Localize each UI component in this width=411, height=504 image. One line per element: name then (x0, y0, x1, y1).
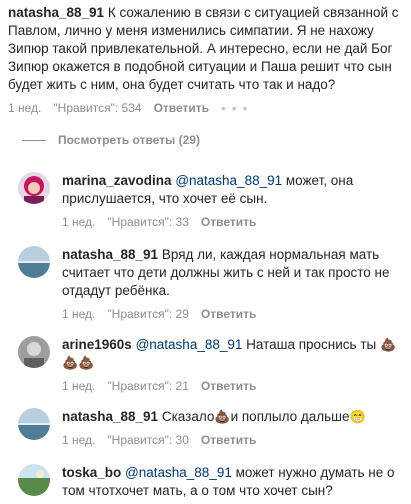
view-replies-label: Посмотреть ответы (29) (58, 133, 200, 147)
likes-count[interactable]: "Нравится": 21 (107, 379, 189, 393)
poop-emoji-icon: 💩 (380, 337, 397, 353)
avatar[interactable] (18, 172, 50, 204)
reply-time: 1 нед. (62, 379, 96, 393)
top-comment: natasha_88_91 К сожалению в связи с ситу… (8, 4, 406, 116)
poop-emoji-icon: 💩 (78, 355, 95, 371)
reply-text: arine1960s @natasha_88_91 Наташа проснис… (62, 336, 404, 372)
mention-link[interactable]: @natasha_88_91 (125, 465, 232, 480)
likes-count[interactable]: "Нравится": 534 (53, 101, 141, 115)
reply-meta: 1 нед. "Нравится": 30 Ответить (62, 432, 404, 448)
reply-text: natasha_88_91 Вряд ли, каждая нормальная… (62, 246, 404, 300)
username-link[interactable]: natasha_88_91 (62, 247, 158, 262)
avatar[interactable] (18, 336, 50, 368)
mention-link[interactable]: @natasha_88_91 (136, 337, 243, 352)
likes-count[interactable]: "Нравится": 29 (107, 307, 189, 321)
username-link[interactable]: natasha_88_91 (8, 5, 104, 20)
reply-time: 1 нед. (62, 307, 96, 321)
reply-body-before: Сказало (161, 409, 215, 424)
username-link[interactable]: toska_bo (62, 465, 121, 480)
reply-meta: 1 нед. "Нравится": 21 Ответить (62, 378, 404, 394)
comment-time: 1 нед. (8, 101, 42, 115)
reply-button[interactable]: Ответить (201, 215, 256, 229)
avatar[interactable] (18, 464, 50, 496)
reply-button[interactable]: Ответить (201, 379, 256, 393)
username-link[interactable]: marina_zavodina (62, 173, 172, 188)
view-replies-button[interactable]: Посмотреть ответы (29) (22, 133, 200, 147)
poop-emoji-icon: 💩 (62, 355, 79, 371)
avatar[interactable] (18, 408, 50, 440)
reply-meta: 1 нед. "Нравится": 29 Ответить (62, 306, 404, 322)
reply-meta: 1 нед. "Нравится": 33 Ответить (62, 214, 404, 230)
reply-body-after: и поплыло дальше (230, 409, 350, 424)
reply-button[interactable]: Ответить (154, 101, 209, 115)
reply-button[interactable]: Ответить (201, 307, 256, 321)
more-options-icon[interactable]: • • • (221, 100, 248, 116)
reply-body: Наташа проснись ты (246, 337, 377, 352)
reply-time: 1 нед. (62, 433, 96, 447)
reply-text: marina_zavodina @natasha_88_91 может, он… (62, 172, 404, 208)
reply-button[interactable]: Ответить (201, 433, 256, 447)
top-comment-text: natasha_88_91 К сожалению в связи с ситу… (8, 4, 406, 94)
username-link[interactable]: natasha_88_91 (62, 409, 158, 424)
poop-emoji-icon: 💩 (214, 409, 231, 425)
reply-time: 1 нед. (62, 215, 96, 229)
username-link[interactable]: arine1960s (62, 337, 132, 352)
likes-count[interactable]: "Нравится": 33 (107, 215, 189, 229)
avatar[interactable] (18, 246, 50, 278)
comment-meta: 1 нед. "Нравится": 534 Ответить • • • (8, 100, 406, 116)
reply-text: toska_bo @natasha_88_91 может нужно дума… (62, 464, 404, 500)
divider-line (22, 139, 46, 141)
grin-emoji-icon: 😁 (349, 409, 366, 425)
likes-count[interactable]: "Нравится": 30 (107, 433, 189, 447)
reply-text: natasha_88_91 Сказало💩и поплыло дальше😁 (62, 408, 404, 426)
mention-link[interactable]: @natasha_88_91 (175, 173, 282, 188)
